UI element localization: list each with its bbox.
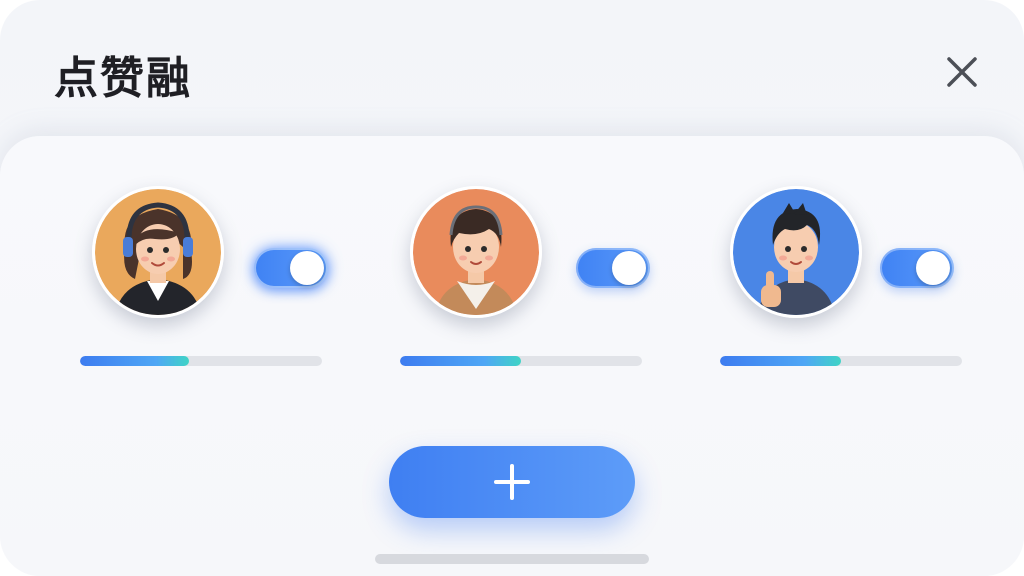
member-card-2	[398, 186, 698, 376]
close-button[interactable]	[940, 52, 984, 96]
member-toggle[interactable]	[254, 248, 328, 288]
toggle-knob	[290, 251, 324, 285]
app-screen: 点赞融	[0, 0, 1024, 576]
avatar-image	[95, 189, 221, 315]
member-toggle[interactable]	[576, 248, 650, 288]
avatar	[730, 186, 862, 318]
progress-fill	[720, 356, 841, 366]
member-progress-bar	[80, 356, 322, 366]
avatar	[92, 186, 224, 318]
progress-fill	[400, 356, 521, 366]
member-card-3	[718, 186, 1018, 376]
avatar	[410, 186, 542, 318]
progress-fill	[80, 356, 189, 366]
close-icon	[947, 57, 977, 87]
avatar-image	[413, 189, 539, 315]
member-card-1	[80, 186, 380, 376]
plus-icon	[494, 464, 530, 500]
member-progress-bar	[720, 356, 962, 366]
add-member-button[interactable]	[389, 446, 635, 518]
page-title: 点赞融	[54, 53, 192, 104]
avatar-image	[733, 189, 859, 315]
member-progress-bar	[400, 356, 642, 366]
home-indicator[interactable]	[375, 554, 649, 564]
toggle-knob	[612, 251, 646, 285]
member-toggle[interactable]	[880, 248, 954, 288]
toggle-knob	[916, 251, 950, 285]
